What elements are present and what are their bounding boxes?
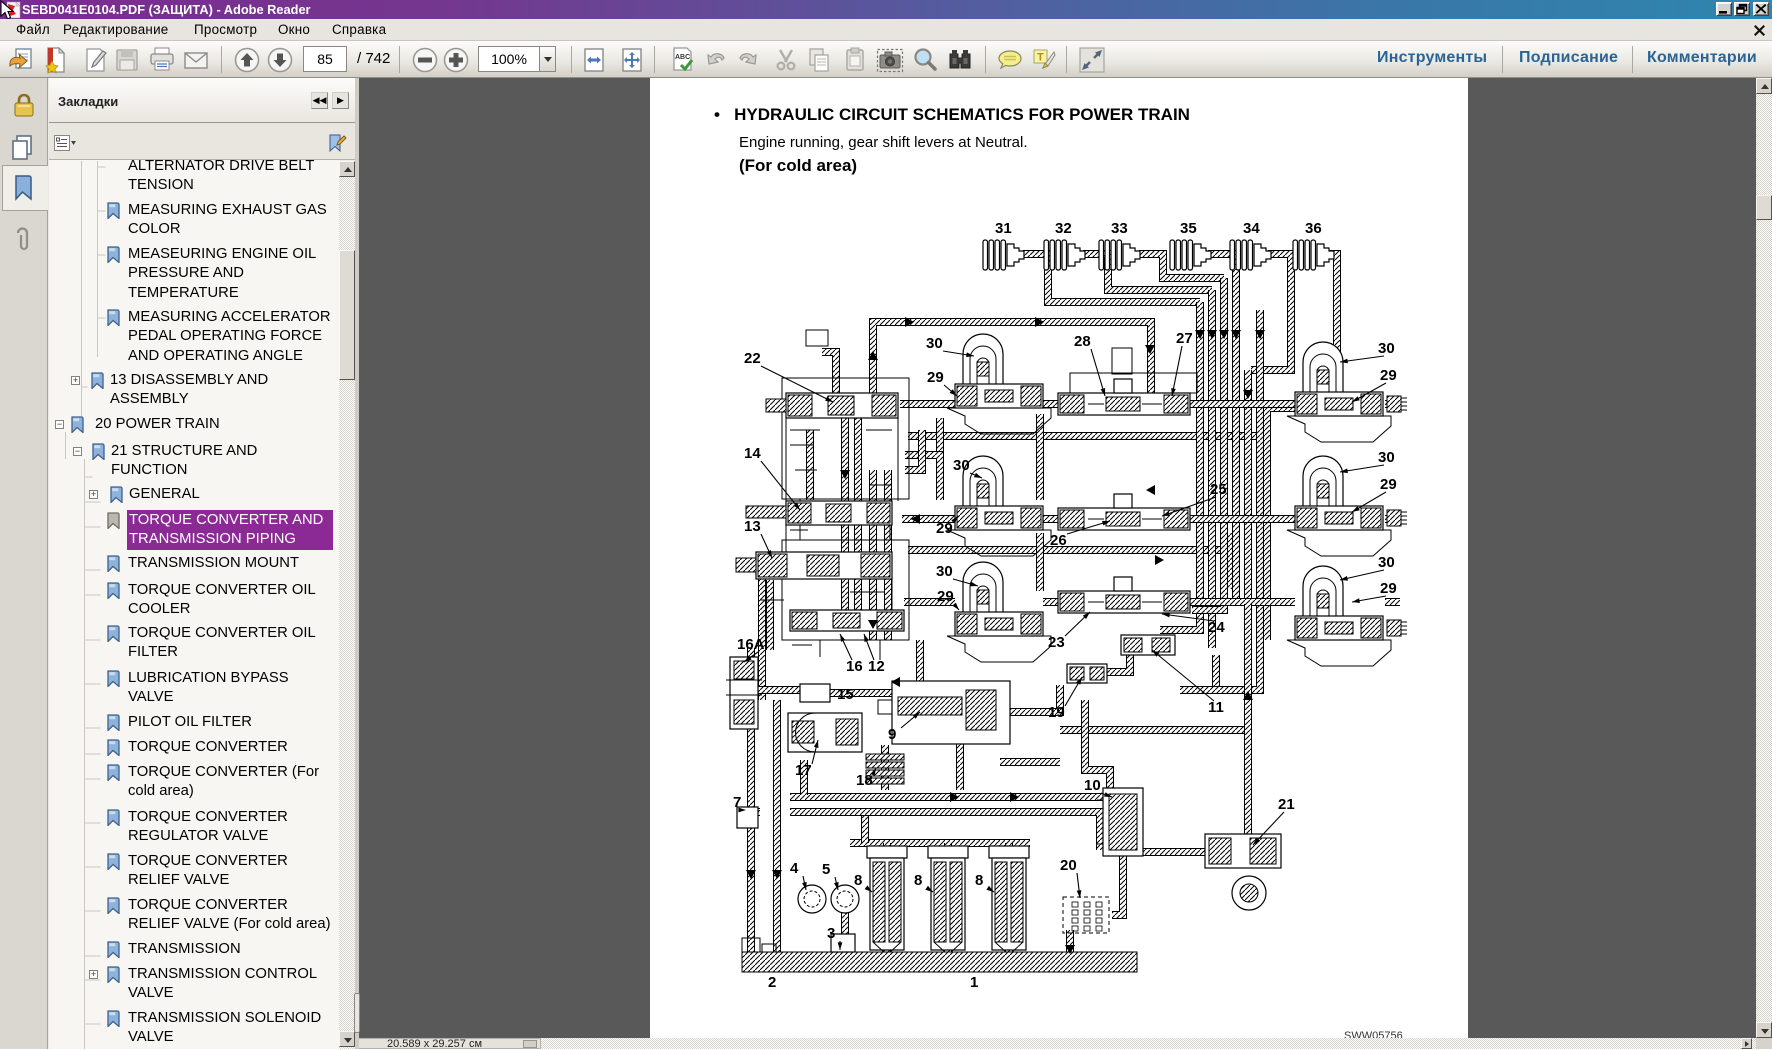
- svg-text:1: 1: [970, 974, 978, 991]
- svg-text:21: 21: [1278, 796, 1295, 813]
- svg-text:26: 26: [1050, 532, 1067, 549]
- svg-text:24: 24: [1208, 619, 1225, 636]
- svg-text:30: 30: [1378, 340, 1395, 357]
- svg-text:34: 34: [1243, 220, 1260, 237]
- svg-text:3: 3: [827, 925, 835, 942]
- svg-text:11: 11: [1208, 699, 1224, 716]
- svg-text:25: 25: [1210, 481, 1227, 498]
- svg-text:5: 5: [822, 861, 830, 878]
- svg-text:30: 30: [1378, 449, 1395, 466]
- svg-text:29: 29: [1380, 580, 1397, 597]
- svg-text:8: 8: [854, 872, 862, 889]
- svg-text:32: 32: [1055, 220, 1072, 237]
- svg-text:22: 22: [744, 350, 761, 367]
- svg-text:27: 27: [1176, 330, 1193, 347]
- svg-text:15: 15: [837, 686, 854, 703]
- svg-text:18: 18: [856, 772, 873, 789]
- svg-text:35: 35: [1180, 220, 1197, 237]
- svg-text:31: 31: [995, 220, 1012, 237]
- svg-text:2: 2: [768, 974, 776, 991]
- svg-text:33: 33: [1111, 220, 1128, 237]
- svg-text:28: 28: [1074, 333, 1091, 350]
- svg-text:30: 30: [936, 563, 953, 580]
- svg-text:16: 16: [846, 658, 863, 675]
- svg-text:13: 13: [744, 518, 761, 535]
- svg-text:29: 29: [1380, 476, 1397, 493]
- svg-text:29: 29: [1380, 367, 1397, 384]
- svg-text:ABC: ABC: [675, 54, 690, 61]
- svg-text:30: 30: [1378, 554, 1395, 571]
- svg-text:9: 9: [888, 726, 896, 743]
- svg-text:20: 20: [1060, 857, 1077, 874]
- svg-text:23: 23: [1048, 634, 1065, 651]
- svg-text:T: T: [1037, 52, 1044, 64]
- svg-text:36: 36: [1305, 220, 1322, 237]
- svg-text:16A: 16A: [737, 636, 765, 653]
- svg-text:8: 8: [914, 872, 922, 889]
- svg-text:29: 29: [937, 588, 954, 605]
- svg-text:30: 30: [926, 335, 943, 352]
- svg-text:12: 12: [868, 658, 885, 675]
- svg-text:8: 8: [975, 872, 983, 889]
- svg-text:29: 29: [936, 520, 953, 537]
- svg-text:4: 4: [790, 860, 799, 877]
- svg-text:10: 10: [1084, 777, 1101, 794]
- svg-text:14: 14: [744, 445, 761, 462]
- svg-text:19: 19: [1048, 704, 1065, 721]
- svg-text:30: 30: [953, 457, 970, 474]
- svg-text:29: 29: [927, 369, 944, 386]
- svg-text:17: 17: [795, 762, 812, 779]
